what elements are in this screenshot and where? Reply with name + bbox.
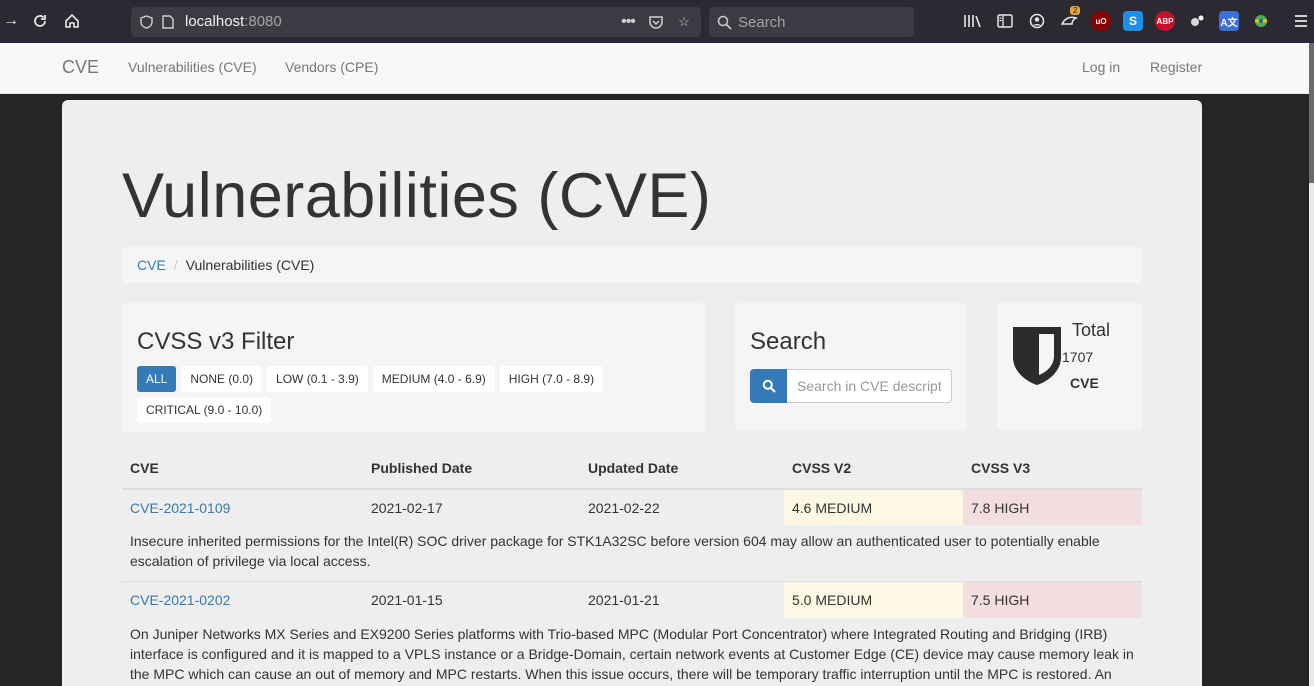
- cve-search-group: [750, 369, 952, 403]
- cvss-filter-panel: CVSS v3 Filter ALL NONE (0.0) LOW (0.1 - 3…: [122, 303, 705, 432]
- published-date: 2021-02-17: [363, 488, 580, 525]
- browser-toolbar: → localhost:8080 ••• ☆ 2 uO S ABP: [0, 0, 1314, 43]
- browser-search-input[interactable]: [738, 13, 898, 31]
- total-count: 1707: [1062, 349, 1094, 365]
- column-header-published[interactable]: Published Date: [363, 447, 580, 490]
- translate-icon[interactable]: A文: [1219, 11, 1239, 31]
- nav-link-vendors[interactable]: Vendors (CPE): [285, 59, 378, 75]
- adblock-plus-icon[interactable]: ABP: [1155, 11, 1175, 31]
- reload-icon[interactable]: [29, 10, 51, 32]
- library-icon[interactable]: [962, 11, 982, 31]
- cve-link[interactable]: CVE-2021-0202: [130, 592, 230, 608]
- simplenote-icon[interactable]: S: [1123, 11, 1143, 31]
- cvss2-score: 4.6 MEDIUM: [784, 488, 963, 525]
- breadcrumb-home-link[interactable]: CVE: [137, 257, 166, 273]
- search-icon: [762, 379, 776, 393]
- breadcrumb-separator: /: [173, 257, 178, 273]
- tracking-shield-icon[interactable]: [135, 11, 157, 33]
- filter-low-button[interactable]: LOW (0.1 - 3.9): [267, 366, 368, 392]
- page-scrollbar[interactable]: [1309, 43, 1314, 686]
- home-icon[interactable]: [61, 10, 83, 32]
- cve-description: Insecure inherited permissions for the I…: [130, 533, 1100, 569]
- extension-globe-icon[interactable]: [1251, 11, 1271, 31]
- filter-title: CVSS v3 Filter: [137, 328, 295, 355]
- table-row-description: On Juniper Networks MX Series and EX9200…: [122, 618, 1142, 686]
- total-unit: CVE: [1070, 375, 1099, 391]
- table-row-description: Insecure inherited permissions for the I…: [122, 525, 1142, 582]
- jumbotron: Vulnerabilities (CVE) CVE / Vulnerabilit…: [62, 100, 1202, 686]
- search-title: Search: [750, 328, 827, 355]
- total-panel: Total 1707 CVE: [997, 303, 1142, 430]
- extension-puzzle-icon[interactable]: [1187, 11, 1207, 31]
- page-info-icon[interactable]: [157, 11, 179, 33]
- shield-icon: [1013, 327, 1061, 385]
- pocket-icon[interactable]: [645, 11, 667, 33]
- cve-description: On Juniper Networks MX Series and EX9200…: [130, 625, 1134, 682]
- column-header-updated[interactable]: Updated Date: [580, 447, 784, 490]
- cve-id-cell: CVE-2021-0202: [122, 581, 363, 618]
- search-panel: Search: [735, 303, 967, 430]
- column-header-cvss2[interactable]: CVSS V2: [784, 447, 963, 490]
- page-title: Vulnerabilities (CVE): [122, 161, 712, 231]
- column-header-cve[interactable]: CVE: [122, 447, 363, 490]
- cve-id-cell: CVE-2021-0109: [122, 488, 363, 525]
- filter-critical-button[interactable]: CRITICAL (9.0 - 10.0): [137, 397, 272, 423]
- table-header-row: CVE Published Date Updated Date CVSS V2 …: [122, 447, 1142, 490]
- filter-high-button[interactable]: HIGH (7.0 - 8.9): [499, 366, 604, 392]
- published-date: 2021-01-15: [363, 581, 580, 618]
- bookmark-star-icon[interactable]: ☆: [673, 11, 695, 33]
- menu-icon[interactable]: [1291, 11, 1311, 31]
- cve-search-input[interactable]: [787, 369, 952, 403]
- cvss2-score: 5.0 MEDIUM: [784, 581, 963, 618]
- cvss3-score: 7.5 HIGH: [963, 581, 1142, 618]
- url-text: localhost:8080: [185, 13, 282, 30]
- column-header-cvss3[interactable]: CVSS V3: [963, 447, 1142, 490]
- table-row: CVE-2021-0109 2021-02-17 2021-02-22 4.6 …: [122, 488, 1142, 525]
- ublock-origin-icon[interactable]: uO: [1091, 11, 1111, 31]
- search-icon: [717, 15, 732, 30]
- browser-search-bar[interactable]: [709, 7, 914, 37]
- login-link[interactable]: Log in: [1082, 59, 1120, 75]
- scrollbar-thumb[interactable]: [1309, 43, 1314, 183]
- filter-none-button[interactable]: NONE (0.0): [181, 366, 263, 392]
- account-icon[interactable]: [1027, 11, 1047, 31]
- cvss3-score: 7.8 HIGH: [963, 488, 1142, 525]
- cve-link[interactable]: CVE-2021-0109: [130, 500, 230, 516]
- page-body: Vulnerabilities (CVE) CVE / Vulnerabilit…: [0, 94, 1309, 686]
- filter-button-group: ALL NONE (0.0) LOW (0.1 - 3.9) MEDIUM (4.0 …: [137, 366, 697, 428]
- table-row: CVE-2021-0202 2021-01-15 2021-01-21 5.0 …: [122, 581, 1142, 618]
- updated-date: 2021-01-21: [580, 581, 784, 618]
- filter-all-button[interactable]: ALL: [137, 366, 177, 392]
- filter-medium-button[interactable]: MEDIUM (4.0 - 6.9): [372, 366, 495, 392]
- cve-table: CVE Published Date Updated Date CVSS V2 …: [122, 447, 1142, 686]
- total-label: Total: [1072, 320, 1111, 340]
- forward-icon[interactable]: →: [0, 10, 22, 32]
- more-actions-icon[interactable]: •••: [617, 11, 639, 33]
- navbar-brand[interactable]: CVE: [62, 57, 99, 78]
- extension-badge: 2: [1070, 6, 1081, 15]
- breadcrumb-current: Vulnerabilities (CVE): [185, 257, 315, 273]
- url-bar[interactable]: localhost:8080 ••• ☆: [131, 7, 701, 37]
- updated-date: 2021-02-22: [580, 488, 784, 525]
- sidebar-icon[interactable]: [995, 11, 1015, 31]
- register-link[interactable]: Register: [1150, 59, 1202, 75]
- breadcrumb: CVE / Vulnerabilities (CVE): [122, 247, 1142, 283]
- site-navbar: CVE Vulnerabilities (CVE) Vendors (CPE) …: [0, 43, 1309, 94]
- search-button[interactable]: [750, 369, 787, 403]
- nav-link-vulnerabilities[interactable]: Vulnerabilities (CVE): [128, 59, 257, 75]
